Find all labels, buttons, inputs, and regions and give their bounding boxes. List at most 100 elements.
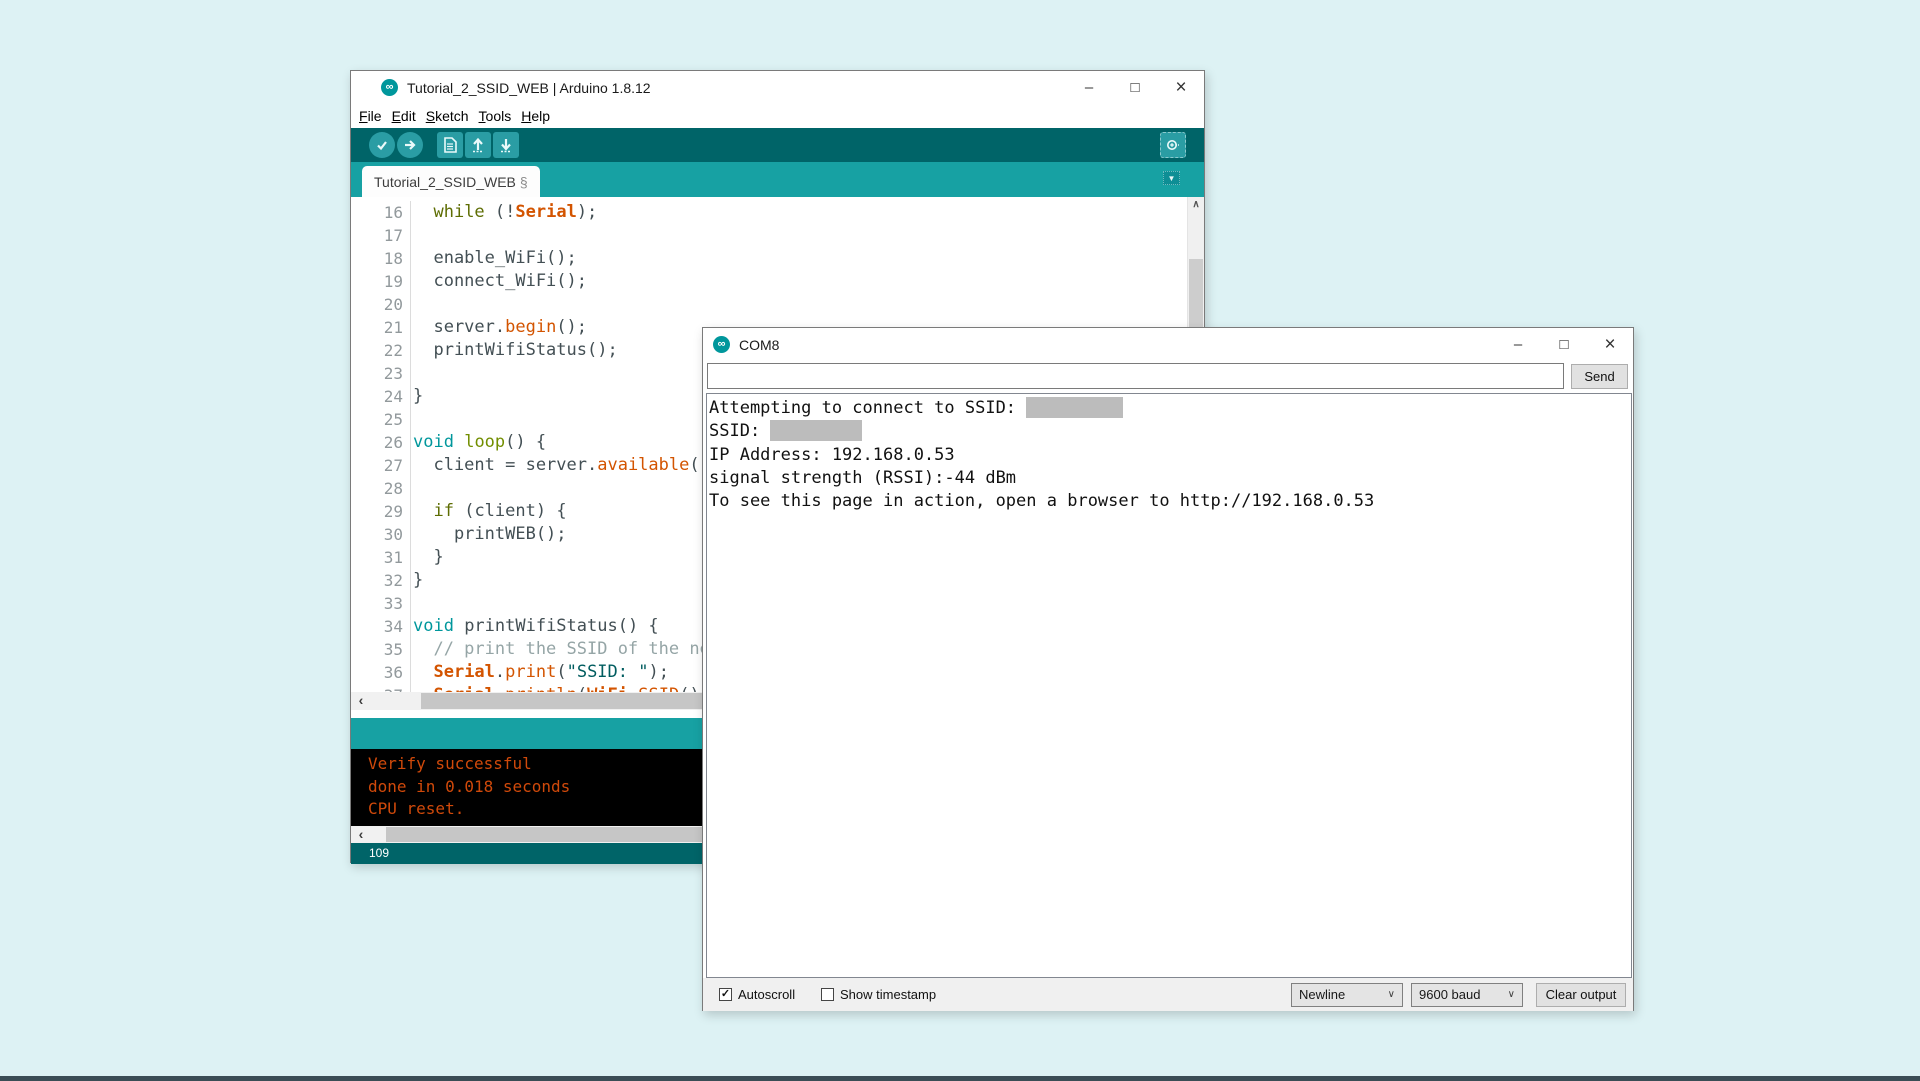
serial-monitor-titlebar[interactable]: ∞ COM8 – □ ×	[703, 328, 1633, 361]
menu-tools[interactable]: Tools	[474, 104, 517, 128]
serial-output-line: To see this page in action, open a brows…	[709, 490, 1631, 513]
line-ending-select[interactable]: Newline ∨	[1291, 983, 1403, 1007]
menu-help[interactable]: Help	[516, 104, 555, 128]
line-number: 25	[351, 408, 411, 431]
serial-output-line: IP Address: 192.168.0.53	[709, 444, 1631, 467]
clear-output-button[interactable]: Clear output	[1536, 983, 1626, 1007]
open-sketch-button[interactable]	[465, 132, 491, 158]
code-text	[411, 592, 413, 615]
sketch-tab-modifier: §	[520, 174, 528, 190]
code-text	[411, 408, 413, 431]
new-sketch-icon	[443, 137, 457, 153]
scroll-left-arrow-icon[interactable]: ‹	[353, 692, 369, 710]
code-text: if (client) {	[411, 500, 567, 523]
ide-maximize-button[interactable]: □	[1112, 71, 1158, 104]
code-line: 17	[351, 224, 1204, 247]
line-number: 23	[351, 362, 411, 385]
code-line: 18 enable_WiFi();	[351, 247, 1204, 270]
code-text	[411, 477, 413, 500]
serial-output-line: Attempting to connect to SSID:	[709, 397, 1631, 420]
code-text	[411, 293, 413, 316]
serial-monitor-window: ∞ COM8 – □ × Send Attempting to connect …	[702, 327, 1634, 1011]
serial-output-line: SSID:	[709, 420, 1631, 443]
code-text: connect_WiFi();	[411, 270, 587, 293]
serial-minimize-button[interactable]: –	[1495, 328, 1541, 361]
baud-rate-value: 9600 baud	[1419, 987, 1480, 1002]
serial-monitor-button[interactable]	[1160, 132, 1186, 158]
serial-close-button[interactable]: ×	[1587, 328, 1633, 361]
ide-menubar: FileEditSketchToolsHelp	[351, 104, 1204, 128]
ide-close-button[interactable]: ×	[1158, 71, 1204, 104]
send-button[interactable]: Send	[1571, 364, 1628, 389]
code-text: while (!Serial);	[411, 201, 597, 224]
arduino-logo-icon: ∞	[381, 79, 398, 96]
code-line: 20	[351, 293, 1204, 316]
code-text: printWEB();	[411, 523, 567, 546]
screen-bottom-edge	[0, 1076, 1920, 1081]
serial-monitor-icon	[1165, 137, 1181, 153]
arduino-logo-icon: ∞	[713, 336, 730, 353]
line-number: 22	[351, 339, 411, 362]
line-ending-value: Newline	[1299, 987, 1345, 1002]
code-text: }	[411, 569, 423, 592]
upload-arrow-icon	[403, 138, 417, 152]
code-text	[411, 362, 413, 385]
tab-list-dropdown-button[interactable]: ▼	[1163, 171, 1180, 185]
code-text: client = server.available();	[411, 454, 720, 477]
sketch-tab-label: Tutorial_2_SSID_WEB	[374, 174, 516, 190]
verify-check-icon	[375, 138, 389, 152]
serial-send-input[interactable]	[707, 363, 1564, 389]
line-number: 24	[351, 385, 411, 408]
code-text: void printWifiStatus() {	[411, 615, 659, 638]
menu-sketch[interactable]: Sketch	[421, 104, 474, 128]
baud-rate-select[interactable]: 9600 baud ∨	[1411, 983, 1523, 1007]
line-number: 26	[351, 431, 411, 454]
ide-titlebar[interactable]: ∞ Tutorial_2_SSID_WEB | Arduino 1.8.12 –…	[351, 71, 1204, 104]
line-number: 35	[351, 638, 411, 661]
console-scroll-left-arrow-icon[interactable]: ‹	[353, 826, 369, 844]
code-line: 16 while (!Serial);	[351, 201, 1204, 224]
line-number: 27	[351, 454, 411, 477]
line-number: 28	[351, 477, 411, 500]
line-number: 16	[351, 201, 411, 224]
line-number: 33	[351, 592, 411, 615]
line-number: 32	[351, 569, 411, 592]
show-timestamp-label[interactable]: Show timestamp	[840, 978, 936, 1011]
line-number: 17	[351, 224, 411, 247]
line-number: 19	[351, 270, 411, 293]
scroll-up-arrow-icon[interactable]: ∧	[1188, 197, 1204, 213]
line-number: 30	[351, 523, 411, 546]
redacted-ssid-box	[770, 420, 862, 441]
menu-file[interactable]: File	[354, 104, 387, 128]
serial-maximize-button[interactable]: □	[1541, 328, 1587, 361]
menu-edit[interactable]: Edit	[387, 104, 421, 128]
serial-output-line: signal strength (RSSI):-44 dBm	[709, 467, 1631, 490]
redacted-ssid-box	[1026, 397, 1123, 418]
ide-tabbar: Tutorial_2_SSID_WEB § ▼	[351, 162, 1204, 197]
code-text	[411, 224, 413, 247]
code-text: server.begin();	[411, 316, 587, 339]
code-text: void loop() {	[411, 431, 546, 454]
code-text: }	[411, 546, 444, 569]
verify-button[interactable]	[369, 132, 395, 158]
serial-monitor-title: COM8	[739, 337, 779, 353]
line-number: 21	[351, 316, 411, 339]
upload-button[interactable]	[397, 132, 423, 158]
line-number: 29	[351, 500, 411, 523]
code-text: Serial.print("SSID: ");	[411, 661, 669, 684]
ide-minimize-button[interactable]: –	[1066, 71, 1112, 104]
new-sketch-button[interactable]	[437, 132, 463, 158]
autoscroll-checkbox[interactable]: ✓	[719, 988, 732, 1001]
autoscroll-label[interactable]: Autoscroll	[738, 978, 795, 1011]
ide-window-title: Tutorial_2_SSID_WEB | Arduino 1.8.12	[407, 80, 651, 96]
sketch-tab[interactable]: Tutorial_2_SSID_WEB §	[362, 166, 540, 197]
line-number: 20	[351, 293, 411, 316]
code-line: 19 connect_WiFi();	[351, 270, 1204, 293]
line-number: 34	[351, 615, 411, 638]
show-timestamp-checkbox[interactable]	[821, 988, 834, 1001]
code-text: Serial.println(WiFi.SSID());	[411, 684, 720, 692]
chevron-down-icon: ∨	[1508, 984, 1515, 1006]
save-sketch-button[interactable]	[493, 132, 519, 158]
code-text: }	[411, 385, 423, 408]
serial-output-area[interactable]: Attempting to connect to SSID: SSID: IP …	[706, 393, 1632, 978]
